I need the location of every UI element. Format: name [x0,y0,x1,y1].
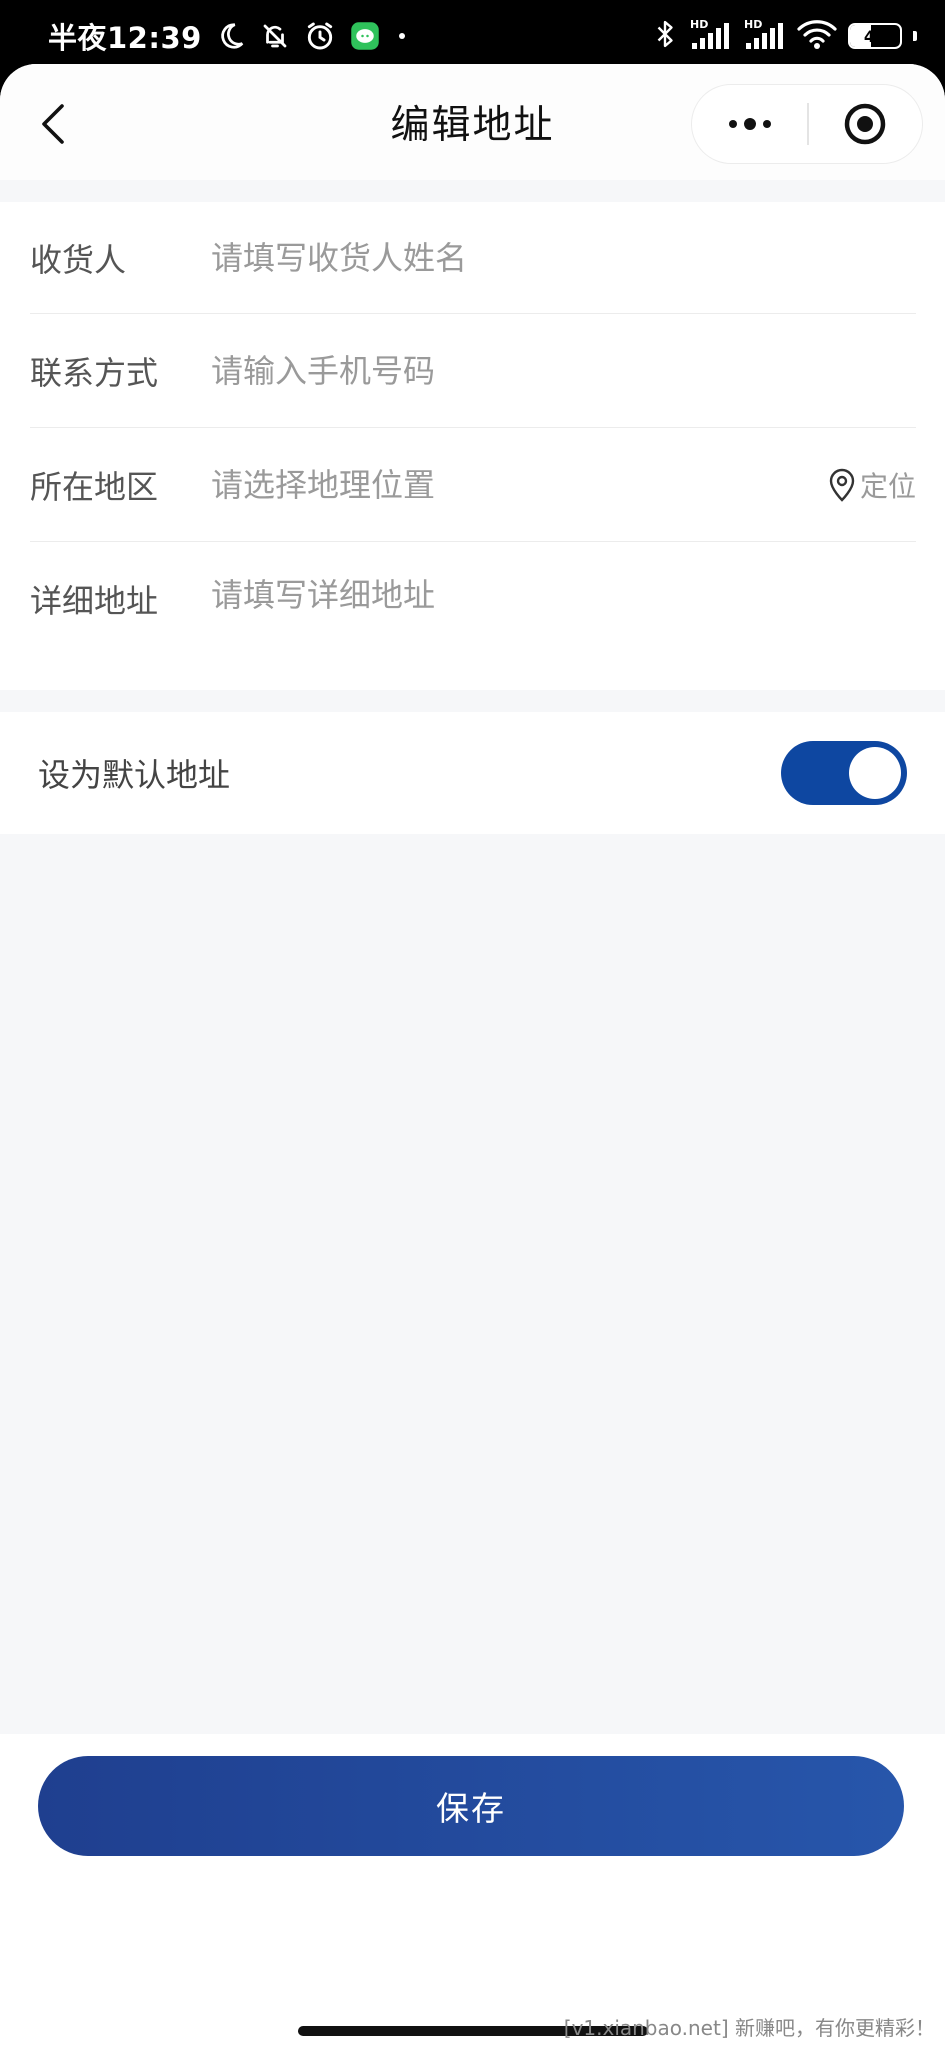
receiver-label: 收货人 [30,240,127,279]
signal-hd-icon: HD [688,17,732,55]
battery-level: 41 [863,26,887,46]
default-address-label: 设为默认地址 [38,756,231,794]
phone-label: 联系方式 [30,353,159,392]
moon-icon [216,21,246,51]
mini-program-capsule [691,84,923,164]
status-time: 半夜12:39 [48,21,202,55]
toggle-knob [849,747,901,799]
battery-icon: 41 [848,23,902,49]
bottom-action-bar: 保存 [0,1734,945,2048]
detail-textarea[interactable] [211,572,916,622]
address-form: 收货人 联系方式 所在地区 定位 详细地址 [0,202,945,690]
region-select[interactable] [211,465,828,504]
region-row: 所在地区 定位 [30,428,916,542]
region-label: 所在地区 [30,467,159,506]
save-button[interactable]: 保存 [38,1756,904,1856]
default-address-row: 设为默认地址 [0,712,945,834]
receiver-row: 收货人 [30,202,916,314]
locate-button[interactable]: 定位 [828,465,916,505]
more-dots-icon [728,118,771,130]
dot-icon [394,28,410,44]
target-close-icon [845,103,886,145]
page: 编辑地址 收货人 联系方式 所在地区 定位 [0,64,945,2048]
detail-label: 详细地址 [30,582,159,620]
detail-row: 详细地址 [30,542,916,654]
phone-row: 联系方式 [30,314,916,428]
more-button[interactable] [692,85,807,163]
default-address-toggle[interactable] [781,741,907,805]
phone-input[interactable] [211,351,916,390]
close-button[interactable] [809,85,923,163]
wifi-icon [796,18,838,54]
signal-hd-icon: HD [742,17,786,55]
svg-text:HD: HD [690,18,708,31]
nav-bar: 编辑地址 [0,64,945,180]
bell-off-icon [260,21,290,51]
receiver-input[interactable] [211,238,916,277]
wechat-icon [350,21,380,51]
locate-label: 定位 [859,469,916,503]
back-button[interactable] [34,100,74,148]
alarm-clock-icon [304,20,336,52]
status-bar: 半夜12:39 HD HD 41 [0,0,945,72]
chevron-left-icon [42,104,64,144]
svg-text:HD: HD [744,18,762,31]
page-title: 编辑地址 [390,103,555,148]
location-pin-icon [829,468,855,502]
bluetooth-icon [652,18,678,54]
watermark: [v1.xianbao.net] 新赚吧，有你更精彩！ [563,2016,935,2040]
